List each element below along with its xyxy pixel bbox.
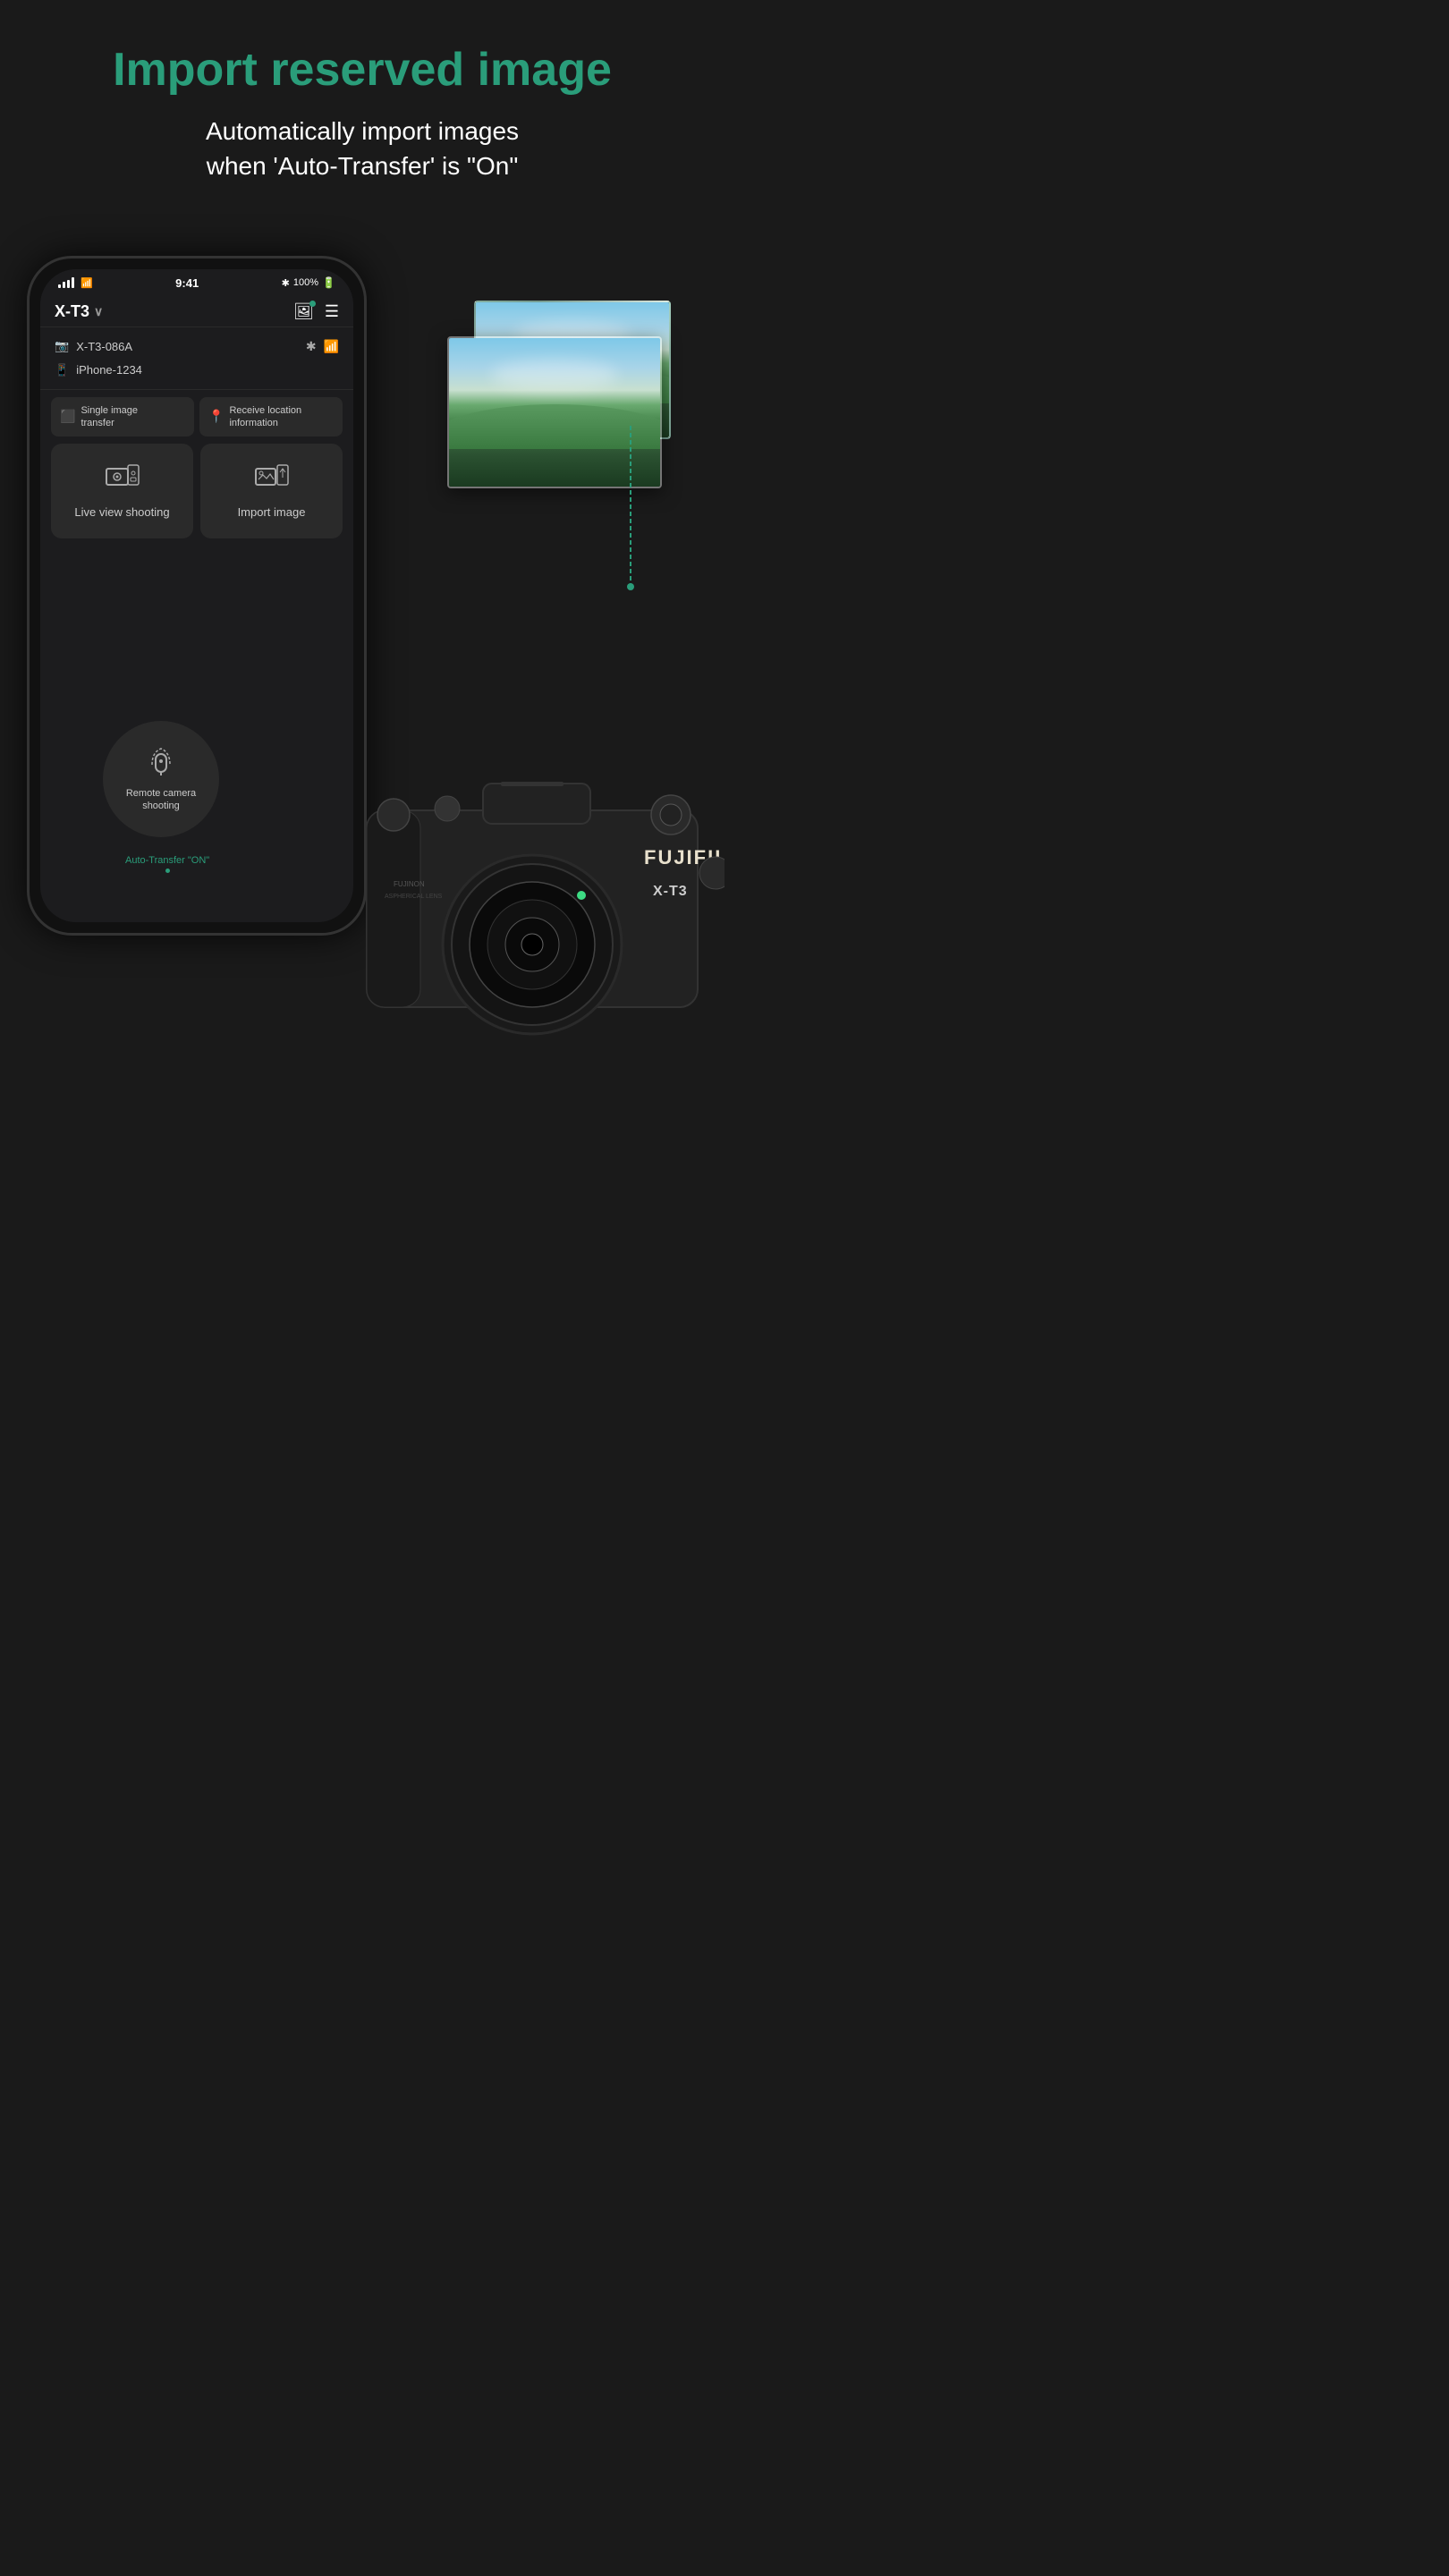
remote-camera-icon xyxy=(148,745,174,782)
device-item-camera[interactable]: 📷 X-T3-086A ✱ 📶 xyxy=(55,335,339,359)
status-time: 9:41 xyxy=(175,276,199,290)
camera-device-label: X-T3-086A xyxy=(76,340,132,353)
page-container: Import reserved image Automatically impo… xyxy=(0,0,724,1079)
import-icon xyxy=(254,462,290,496)
signal-bar-4 xyxy=(72,277,74,288)
signal-bar-3 xyxy=(67,280,70,288)
gallery-icon-wrapper: 🖼 xyxy=(293,302,314,321)
camera-svg: FUJIFILM X-T3 FUJINON ASPHERICAL LENS xyxy=(340,739,724,1079)
location-icon: 📍 xyxy=(208,409,224,424)
subtitle: Automatically import images when 'Auto-T… xyxy=(36,114,689,183)
auto-transfer-dot xyxy=(165,869,170,873)
camera-svg-container: FUJIFILM X-T3 FUJINON ASPHERICAL LENS xyxy=(340,739,724,1079)
svg-text:FUJINON: FUJINON xyxy=(394,880,425,888)
device-wifi-icon: 📶 xyxy=(324,339,339,354)
signal-bar-2 xyxy=(63,282,65,288)
status-left: 📶 xyxy=(58,277,93,289)
wifi-icon: 📶 xyxy=(80,277,93,289)
single-image-transfer-btn[interactable]: ⬛ Single image transfer xyxy=(51,397,194,437)
page-title: Import reserved image xyxy=(36,45,689,96)
chevron-down-icon: ∨ xyxy=(94,304,103,319)
live-view-icon xyxy=(105,462,140,496)
device-item-phone[interactable]: 📱 iPhone-1234 xyxy=(55,359,339,382)
function-row: ⬛ Single image transfer 📍 Receive locati… xyxy=(51,397,343,437)
notification-dot xyxy=(309,301,316,307)
live-view-shooting-btn[interactable]: Live view shooting xyxy=(51,444,193,538)
live-view-label: Live view shooting xyxy=(74,505,169,521)
camera-device-icon: 📷 xyxy=(55,339,69,353)
svg-text:X-T3: X-T3 xyxy=(653,884,688,899)
import-image-btn[interactable]: Import image xyxy=(200,444,343,538)
location-btn-label: Receive location information xyxy=(229,404,301,430)
phone-device-label: iPhone-1234 xyxy=(76,363,142,377)
menu-grid: Live view shooting xyxy=(51,444,343,538)
auto-transfer-label: Auto-Transfer "ON" xyxy=(125,855,209,873)
status-bar: 📶 9:41 ✱ 100% 🔋 xyxy=(40,269,353,297)
teal-connection-line xyxy=(586,426,675,605)
camera-model-label: X-T3 xyxy=(55,302,89,321)
battery-percent: 100% xyxy=(293,277,318,288)
signal-bar-1 xyxy=(58,284,61,288)
remote-camera-circle[interactable]: Remote camera shooting xyxy=(103,721,219,837)
phone-device-icon: 📱 xyxy=(55,363,69,377)
phone-mockup: 📶 9:41 ✱ 100% 🔋 X-T3 ∨ xyxy=(27,256,367,936)
app-header: X-T3 ∨ 🖼 ☰ xyxy=(40,297,353,327)
transfer-icon: ⬛ xyxy=(60,409,75,424)
signal-bars xyxy=(58,277,74,288)
receive-location-btn[interactable]: 📍 Receive location information xyxy=(199,397,343,437)
device-status-icons: ✱ 📶 xyxy=(306,339,339,354)
device-bluetooth-icon: ✱ xyxy=(306,339,317,354)
camera-device-name: 📷 X-T3-086A xyxy=(55,339,132,353)
battery-icon: 🔋 xyxy=(322,276,335,289)
transfer-btn-label: Single image transfer xyxy=(80,404,138,430)
remote-camera-label: Remote camera shooting xyxy=(126,787,196,813)
status-right: ✱ 100% 🔋 xyxy=(282,276,335,289)
import-image-label: Import image xyxy=(238,505,306,521)
phone-screen: 📶 9:41 ✱ 100% 🔋 X-T3 ∨ xyxy=(40,269,353,922)
camera-selector[interactable]: X-T3 ∨ xyxy=(55,302,103,321)
svg-text:ASPHERICAL LENS: ASPHERICAL LENS xyxy=(385,894,443,900)
bluetooth-icon: ✱ xyxy=(282,277,290,289)
device-list: 📷 X-T3-086A ✱ 📶 📱 iPhone-1234 xyxy=(40,327,353,390)
header-icons: 🖼 ☰ xyxy=(293,302,339,321)
header-section: Import reserved image Automatically impo… xyxy=(0,0,724,211)
phone-device-name: 📱 iPhone-1234 xyxy=(55,363,142,377)
menu-icon[interactable]: ☰ xyxy=(325,302,339,321)
scene-container: 📶 9:41 ✱ 100% 🔋 X-T3 ∨ xyxy=(0,229,724,1079)
